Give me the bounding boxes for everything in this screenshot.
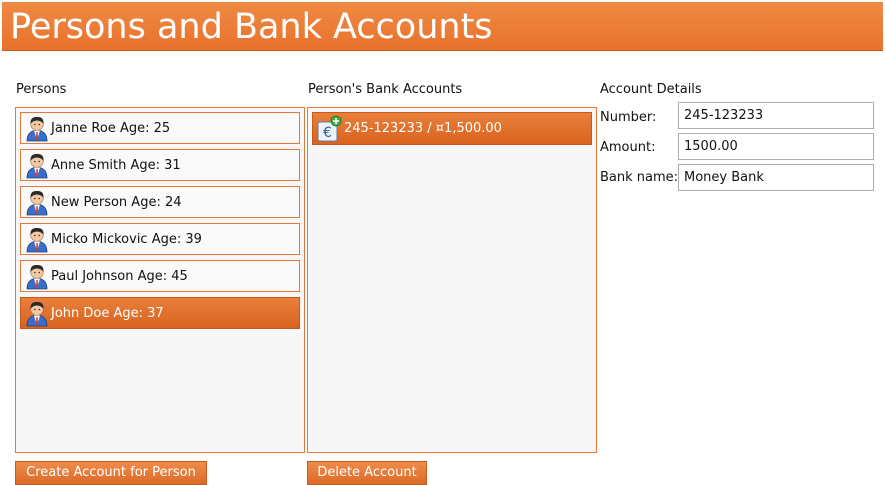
accounts-label: Person's Bank Accounts [308,82,463,97]
person-icon [26,153,48,179]
account-label: 245-123233 / ¤1,500.00 [344,121,502,136]
number-label: Number: [600,110,657,125]
person-label: New Person Age: 24 [51,194,182,210]
persons-listbox[interactable]: Janne Roe Age: 25 Anne Smith Age: 31 New… [15,107,305,453]
person-item[interactable]: Janne Roe Age: 25 [20,112,300,144]
page-title: Persons and Bank Accounts [10,7,493,47]
person-item[interactable]: Anne Smith Age: 31 [20,149,300,181]
accounts-listbox[interactable]: € 245-123233 / ¤1,500.00 [307,107,597,453]
euro-account-icon: € [317,115,342,141]
person-icon [26,116,48,142]
person-item[interactable]: Micko Mickovic Age: 39 [20,223,300,255]
person-label: Paul Johnson Age: 45 [51,268,188,284]
delete-account-button[interactable]: Delete Account [307,461,427,485]
amount-field[interactable] [678,133,874,160]
person-label: Anne Smith Age: 31 [51,157,181,173]
svg-text:€: € [323,125,332,141]
person-label: Janne Roe Age: 25 [51,120,171,136]
person-icon [26,190,48,216]
persons-label: Persons [16,82,67,97]
amount-label: Amount: [600,140,656,155]
person-icon [26,301,48,327]
header-banner: Persons and Bank Accounts [2,2,883,51]
bank-name-label: Bank name: [600,170,679,185]
bank-name-field[interactable] [678,164,874,191]
person-item[interactable]: Paul Johnson Age: 45 [20,260,300,292]
account-details-label: Account Details [600,82,702,97]
person-label: Micko Mickovic Age: 39 [51,231,202,247]
person-label: John Doe Age: 37 [51,305,164,321]
person-icon [26,227,48,253]
create-account-button[interactable]: Create Account for Person [15,461,207,485]
app-window: Persons and Bank Accounts Persons Janne … [0,0,885,485]
person-item[interactable]: New Person Age: 24 [20,186,300,218]
person-item-selected[interactable]: John Doe Age: 37 [20,297,300,329]
number-field[interactable] [678,102,874,129]
person-icon [26,264,48,290]
account-item-selected[interactable]: € 245-123233 / ¤1,500.00 [312,112,592,145]
